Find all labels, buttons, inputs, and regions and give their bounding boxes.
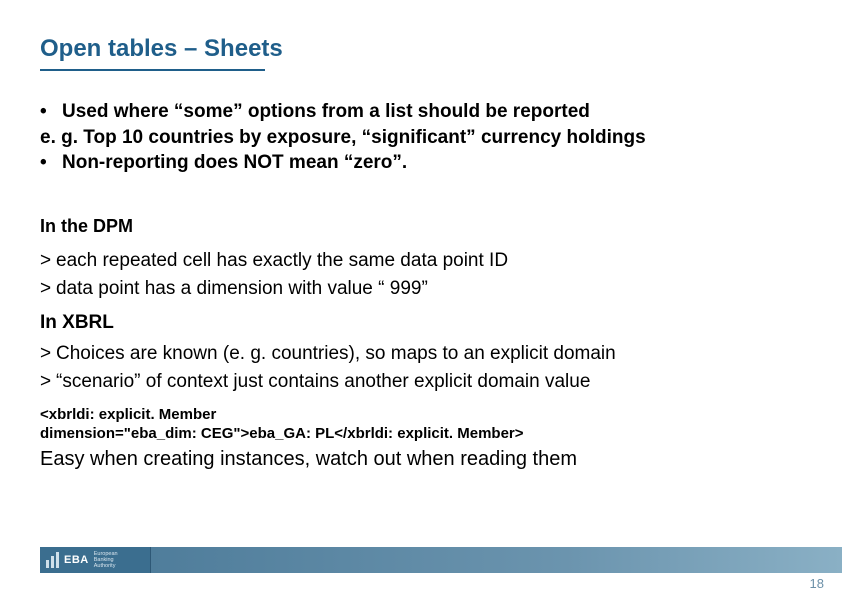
closing-text: Easy when creating instances, watch out … xyxy=(40,448,802,471)
footer-bar: EBA European Banking Authority xyxy=(40,547,842,573)
intro-block: •Used where “some” options from a list s… xyxy=(40,99,802,176)
dpm-list: >each repeated cell has exactly the same… xyxy=(40,247,802,304)
logo-text: EBA xyxy=(64,554,89,566)
code-line-2: dimension="eba_dim: CEG">eba_GA: PL</xbr… xyxy=(40,424,802,444)
code-snippet: <xbrldi: explicit. Member dimension="eba… xyxy=(40,405,802,444)
chevron-right-icon: > xyxy=(40,275,56,304)
footer-gradient xyxy=(150,547,842,573)
xbrl-item-2: “scenario” of context just contains anot… xyxy=(56,371,590,392)
intro-bullet-2: Non-reporting does NOT mean “zero”. xyxy=(62,152,407,173)
bullet-dot-icon: • xyxy=(40,150,62,176)
dpm-item-2: data point has a dimension with value “ … xyxy=(56,278,428,299)
logo-bars-icon xyxy=(46,552,59,568)
intro-example: e. g. Top 10 countries by exposure, “sig… xyxy=(40,125,802,151)
xbrl-heading: In XBRL xyxy=(40,312,802,334)
dpm-heading: In the DPM xyxy=(40,216,802,237)
title-underline xyxy=(40,69,265,71)
eba-logo: EBA European Banking Authority xyxy=(40,547,150,573)
code-line-1: <xbrldi: explicit. Member xyxy=(40,405,802,425)
page-number: 18 xyxy=(810,576,824,591)
intro-bullet-1: Used where “some” options from a list sh… xyxy=(62,101,590,122)
logo-sub-3: Authority xyxy=(94,563,118,569)
bullet-dot-icon: • xyxy=(40,99,62,125)
chevron-right-icon: > xyxy=(40,247,56,276)
dpm-item-1: each repeated cell has exactly the same … xyxy=(56,250,508,271)
chevron-right-icon: > xyxy=(40,368,56,397)
xbrl-list: >Choices are known (e. g. countries), so… xyxy=(40,340,802,397)
slide-title: Open tables – Sheets xyxy=(40,35,802,63)
chevron-right-icon: > xyxy=(40,340,56,369)
xbrl-item-1: Choices are known (e. g. countries), so … xyxy=(56,343,616,364)
